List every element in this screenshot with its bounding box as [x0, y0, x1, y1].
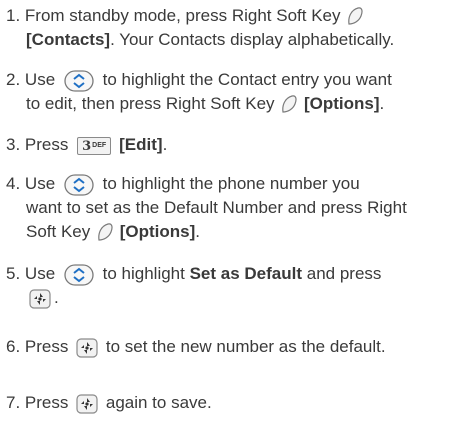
- step-text: Press: [24, 337, 69, 356]
- key-digit: 3: [82, 138, 92, 154]
- step-text: . Your Contacts display alphabetically.: [110, 30, 395, 49]
- navigation-key-icon: [64, 263, 94, 286]
- step-number: 6.: [6, 337, 21, 356]
- key-letters: DEF: [92, 141, 107, 149]
- step-text: .: [162, 135, 168, 154]
- step-text: want to set as the Default Number and pr…: [26, 198, 407, 217]
- step-text: Press: [24, 393, 69, 412]
- step-text: Press: [24, 135, 69, 154]
- step-text: to highlight the phone number you: [102, 174, 360, 193]
- step-text: to edit, then press Right Soft Key: [26, 94, 275, 113]
- step-number: 7.: [6, 393, 21, 412]
- step-2: 2. Use to highlight the Contact entry yo…: [6, 68, 451, 116]
- contacts-label: [Contacts]: [26, 30, 111, 49]
- step-1: 1. From standby mode, press Right Soft K…: [6, 4, 451, 52]
- step-text: to highlight: [102, 264, 185, 283]
- navigation-key-icon: [64, 69, 94, 92]
- step-text: Use: [24, 264, 56, 283]
- step-text: Use: [24, 174, 56, 193]
- step-number: 3.: [6, 135, 21, 154]
- instruction-page: 1. From standby mode, press Right Soft K…: [0, 0, 454, 436]
- right-soft-key-icon: [281, 94, 297, 115]
- step-number: 5.: [6, 264, 21, 283]
- step-text: Soft Key: [26, 222, 91, 241]
- step-text: Use: [24, 70, 56, 89]
- step-text: to set the new number as the default.: [105, 337, 386, 356]
- options-label: [Options]: [304, 94, 380, 113]
- step-5: 5. Use to highlight Set as Default and p…: [6, 262, 451, 310]
- step-text: From standby mode, press Right Soft Key: [24, 6, 341, 25]
- step-text: to highlight the Contact entry you want: [102, 70, 392, 89]
- step-text: again to save.: [105, 393, 212, 412]
- step-text: .: [195, 222, 201, 241]
- right-soft-key-icon: [347, 6, 363, 27]
- step-3: 3. Press 3DEF [Edit].: [6, 133, 451, 157]
- set-as-default-label: Set as Default: [189, 264, 303, 283]
- ok-key-icon: [29, 288, 51, 309]
- ok-key-icon: [76, 337, 98, 358]
- step-text: .: [54, 288, 59, 307]
- options-label: [Options]: [119, 222, 196, 241]
- ok-key-icon: [76, 393, 98, 414]
- right-soft-key-icon: [97, 222, 113, 243]
- step-text: and press: [306, 264, 382, 283]
- step-7: 7. Press again to save.: [6, 391, 451, 415]
- step-number: 2.: [6, 70, 21, 89]
- step-number: 4.: [6, 174, 21, 193]
- three-def-key-icon: 3DEF: [77, 136, 112, 155]
- step-6: 6. Press to set the new number as the de…: [6, 335, 451, 359]
- edit-label: [Edit]: [119, 135, 163, 154]
- step-4: 4. Use to highlight the phone number you…: [6, 172, 451, 244]
- navigation-key-icon: [64, 173, 94, 196]
- step-number: 1.: [6, 6, 21, 25]
- step-text: .: [379, 94, 385, 113]
